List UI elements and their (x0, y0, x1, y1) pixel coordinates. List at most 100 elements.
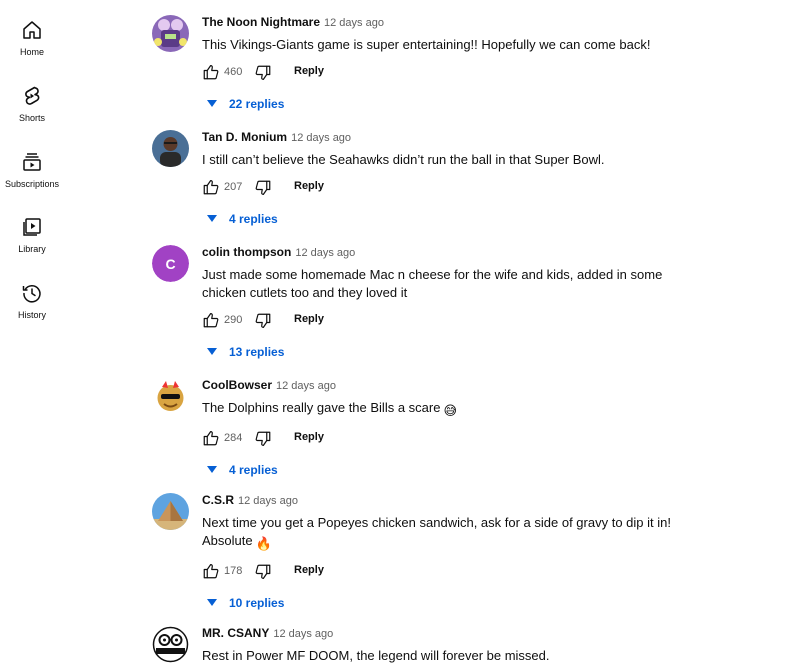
avatar[interactable] (152, 130, 189, 167)
published-time[interactable]: 12 days ago (295, 247, 355, 259)
comment-body: Tan D. Monium 12 days ago I still can’t b… (202, 130, 762, 230)
subscriptions-icon (23, 153, 41, 171)
library-icon (23, 218, 41, 236)
comment-body: The Noon Nightmare 12 days ago This Vikin… (202, 15, 762, 115)
like-count: 284 (224, 432, 243, 444)
author-name[interactable]: Tan D. Monium (202, 130, 287, 144)
bowser-sunglasses-avatar-icon (152, 378, 189, 415)
comment-header: C.S.R 12 days ago (202, 493, 762, 509)
comment-text: The Dolphins really gave the Bills a sca… (202, 400, 441, 415)
view-replies-button[interactable]: 4 replies (202, 210, 762, 230)
comment-header: colin thompson 12 days ago (202, 245, 762, 261)
avatar[interactable] (152, 378, 189, 415)
comment-text-wrapper: Next time you get a Popeyes chicken sand… (202, 514, 702, 553)
like-count: 290 (224, 314, 243, 326)
purple-figure-avatar-icon (152, 15, 189, 52)
replies-count-label: 10 replies (229, 596, 285, 610)
antiseptic-logo-avatar-icon (152, 626, 189, 663)
sidebar-item-label: Subscriptions (4, 179, 60, 189)
avatar[interactable] (152, 15, 189, 52)
shorts-icon (25, 86, 40, 105)
like-count: 460 (224, 66, 243, 78)
like-count: 207 (224, 181, 243, 193)
comment-text: Just made some homemade Mac n cheese for… (202, 267, 663, 300)
reply-button[interactable]: Reply (294, 65, 324, 77)
author-name[interactable]: MR. CSANY (202, 626, 269, 640)
comment-toolbar: 178 Reply (202, 562, 762, 584)
author-name[interactable]: colin thompson (202, 245, 291, 259)
author-name[interactable]: C.S.R (202, 493, 234, 507)
caret-down-icon (207, 466, 217, 473)
view-replies-button[interactable]: 13 replies (202, 343, 762, 363)
published-time[interactable]: 12 days ago (273, 628, 333, 640)
comment-toolbar: 290 Reply (202, 311, 762, 333)
sidebar-item-home[interactable]: Home (0, 18, 64, 80)
thumbs-up-icon[interactable] (202, 429, 220, 447)
comment-body: colin thompson 12 days ago Just made some… (202, 245, 762, 363)
replies-count-label: 4 replies (229, 212, 278, 226)
thumbs-down-icon[interactable] (254, 312, 272, 330)
comment-text: Rest in Power MF DOOM, the legend will f… (202, 648, 550, 663)
emoji: 😅 (443, 403, 458, 418)
avatar[interactable] (152, 493, 189, 530)
comment-text-wrapper: The Dolphins really gave the Bills a sca… (202, 399, 702, 420)
published-time[interactable]: 12 days ago (238, 495, 298, 507)
sidebar-item-subscriptions[interactable]: Subscriptions (0, 150, 64, 212)
reply-button[interactable]: Reply (294, 313, 324, 325)
caret-down-icon (207, 100, 217, 107)
thumbs-up-icon[interactable] (202, 562, 220, 580)
thumbs-up-icon[interactable] (202, 311, 220, 329)
sidebar-item-label: Shorts (18, 113, 45, 123)
caret-down-icon (207, 599, 217, 606)
photo-avatar-icon (152, 130, 189, 167)
avatar[interactable] (152, 626, 189, 663)
home-icon (23, 21, 41, 39)
author-name[interactable]: CoolBowser (202, 378, 272, 392)
view-replies-button[interactable]: 22 replies (202, 95, 762, 115)
reply-button[interactable]: Reply (294, 431, 324, 443)
sidebar-item-label: Library (18, 244, 46, 254)
comment-text: This Vikings-Giants game is super entert… (202, 37, 651, 52)
thumbs-up-icon[interactable] (202, 63, 220, 81)
caret-down-icon (207, 215, 217, 222)
comment-toolbar: 284 Reply (202, 429, 762, 451)
comment-body: CoolBowser 12 days ago The Dolphins reall… (202, 378, 762, 481)
sidebar-item-shorts[interactable]: Shorts (0, 84, 64, 146)
comment-body: MR. CSANY 12 days ago Rest in Power MF DO… (202, 626, 762, 665)
emoji: 🔥 (255, 536, 272, 551)
history-icon (22, 285, 41, 303)
sidebar-item-library[interactable]: Library (0, 215, 64, 277)
view-replies-button[interactable]: 10 replies (202, 594, 762, 614)
avatar-letter: C (152, 245, 189, 282)
comment-body: C.S.R 12 days ago Next time you get a Pop… (202, 493, 762, 614)
comment-header: MR. CSANY 12 days ago (202, 626, 762, 642)
pyramid-avatar-icon (152, 493, 189, 530)
thumbs-up-icon[interactable] (202, 178, 220, 196)
reply-button[interactable]: Reply (294, 180, 324, 192)
like-count: 178 (224, 565, 243, 577)
published-time[interactable]: 12 days ago (276, 380, 336, 392)
view-replies-button[interactable]: 4 replies (202, 461, 762, 481)
sidebar-item-label: History (17, 310, 46, 320)
published-time[interactable]: 12 days ago (291, 132, 351, 144)
comment-text: I still can’t believe the Seahawks didn’… (202, 152, 605, 167)
published-time[interactable]: 12 days ago (324, 17, 384, 29)
mini-guide-sidebar: Home Shorts Subscriptions Library Histor… (0, 0, 64, 671)
thumbs-down-icon[interactable] (254, 64, 272, 82)
comment-header: Tan D. Monium 12 days ago (202, 130, 762, 146)
comment-text: Next time you get a Popeyes chicken sand… (202, 515, 671, 548)
comment-toolbar: 460 Reply (202, 63, 762, 85)
comment-header: CoolBowser 12 days ago (202, 378, 762, 394)
avatar[interactable]: C (152, 245, 189, 282)
thumbs-down-icon[interactable] (254, 430, 272, 448)
replies-count-label: 4 replies (229, 463, 278, 477)
author-name[interactable]: The Noon Nightmare (202, 15, 320, 29)
comment-toolbar: 207 Reply (202, 178, 762, 200)
replies-count-label: 13 replies (229, 345, 285, 359)
thumbs-down-icon[interactable] (254, 563, 272, 581)
caret-down-icon (207, 348, 217, 355)
comment-header: The Noon Nightmare 12 days ago (202, 15, 762, 31)
sidebar-item-history[interactable]: History (0, 281, 64, 343)
thumbs-down-icon[interactable] (254, 179, 272, 197)
reply-button[interactable]: Reply (294, 564, 324, 576)
